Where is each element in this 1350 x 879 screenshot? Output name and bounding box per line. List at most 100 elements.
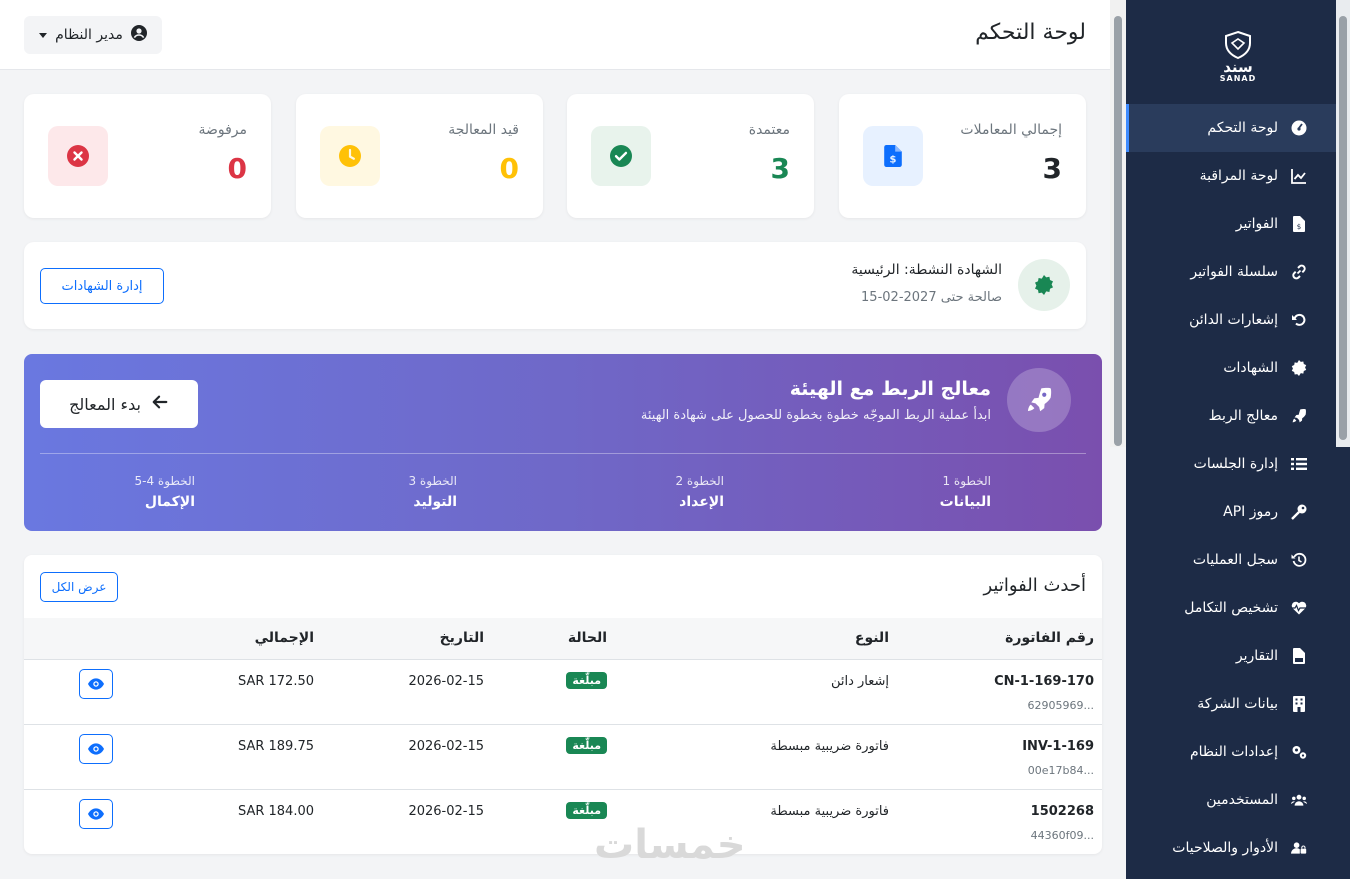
- manage-certificates-button[interactable]: إدارة الشهادات: [40, 268, 164, 304]
- sidebar-item-credit-notes[interactable]: إشعارات الدائن: [1126, 296, 1336, 344]
- watermark: خمسات: [594, 822, 746, 868]
- sidebar-item-invoice-chain[interactable]: سلسلة الفواتير: [1126, 248, 1336, 296]
- recent-invoices-title: أحدث الفواتير: [983, 575, 1086, 596]
- sidebar-item-label: التقارير: [1235, 648, 1278, 664]
- stat-card-rejected: مرفوضة 0: [24, 94, 271, 218]
- table-header-row: رقم الفاتورة النوع الحالة التاريخ الإجما…: [24, 618, 1102, 659]
- wizard-divider: [40, 453, 1086, 454]
- eye-icon: [88, 677, 104, 690]
- step-name: الإعداد: [679, 494, 724, 510]
- invoice-type: إشعار دائن: [830, 673, 889, 689]
- invoice-number-cell: INV-1-169 ...00e17b84: [899, 724, 1102, 789]
- stat-card-approved: معتمدة 3: [567, 94, 814, 218]
- stat-label: مرفوضة: [198, 122, 247, 138]
- column-header: رقم الفاتورة: [1005, 630, 1094, 647]
- wizard-step-2: الخطوة 2 الإعداد: [675, 474, 724, 510]
- sidebar-item-label: الأدوار والصلاحيات: [1172, 840, 1278, 856]
- invoice-number[interactable]: INV-1-169: [899, 739, 1094, 754]
- user-menu-dropdown[interactable]: مدير النظام: [24, 16, 162, 54]
- eye-icon: [88, 742, 104, 755]
- heartbeat-icon: [1290, 599, 1308, 617]
- sidebar-item-sessions[interactable]: إدارة الجلسات: [1126, 440, 1336, 488]
- recent-invoices-card: أحدث الفواتير عرض الكل رقم الفاتورة النو…: [24, 555, 1102, 854]
- sidebar-item-users[interactable]: المستخدمين: [1126, 776, 1336, 824]
- gears-icon: [1290, 743, 1308, 761]
- sidebar-item-roles-permissions[interactable]: الأدوار والصلاحيات: [1126, 824, 1336, 872]
- view-all-button[interactable]: عرض الكل: [40, 572, 118, 602]
- onboarding-wizard-banner: معالج الربط مع الهيئة ابدأ عملية الربط ا…: [24, 354, 1102, 531]
- main-scrollbar[interactable]: [1110, 0, 1126, 447]
- wizard-subtitle: ابدأ عملية الربط الموجّه خطوة بخطوة للحص…: [640, 408, 991, 423]
- brand-latin-name: SANAD: [1219, 73, 1257, 83]
- csv-file-icon: [1290, 647, 1308, 665]
- brand-logo[interactable]: سند SANAD: [1126, 0, 1350, 104]
- sidebar-item-reports[interactable]: التقارير: [1126, 632, 1336, 680]
- view-invoice-button[interactable]: [79, 798, 113, 829]
- sidebar-item-label: تشخيص التكامل: [1184, 600, 1278, 616]
- users-icon: [1290, 791, 1308, 809]
- status-badge: مبلّغة: [566, 801, 607, 819]
- sidebar-item-company-info[interactable]: بيانات الشركة: [1126, 680, 1336, 728]
- sidebar-item-api-tokens[interactable]: رموز API: [1126, 488, 1336, 536]
- arrow-left-icon: [151, 393, 169, 415]
- sidebar-item-invoices[interactable]: $ الفواتير: [1126, 200, 1336, 248]
- sidebar-item-label: رموز API: [1223, 504, 1278, 520]
- view-invoice-button[interactable]: [79, 668, 113, 699]
- invoice-number[interactable]: 1502268: [899, 804, 1094, 819]
- table-row: CN-1-169-170 ...62905969 إشعار دائن مبلّ…: [24, 659, 1102, 724]
- list-icon: [1290, 455, 1308, 473]
- invoice-date: 2026-02-15: [408, 673, 484, 689]
- invoice-actions: [24, 789, 194, 854]
- invoice-hash: ...44360f09: [1030, 828, 1094, 842]
- page-title: لوحة التحكم: [975, 20, 1086, 45]
- eye-icon: [88, 807, 104, 820]
- step-label: الخطوة 3: [408, 474, 457, 488]
- brand-name: سند: [1223, 57, 1253, 76]
- history-icon: [1290, 551, 1308, 569]
- caret-down-icon: [39, 32, 48, 38]
- sidebar-item-dashboard[interactable]: لوحة التحكم: [1126, 104, 1336, 152]
- step-name: الإكمال: [144, 494, 195, 510]
- svg-text:$: $: [1297, 223, 1301, 231]
- sidebar-scrollbar[interactable]: [1336, 0, 1350, 447]
- sidebar-item-label: سجل العمليات: [1192, 552, 1278, 568]
- rocket-icon: [1007, 368, 1071, 432]
- sidebar-item-integration-diagnostics[interactable]: تشخيص التكامل: [1126, 584, 1336, 632]
- sidebar-item-monitoring[interactable]: لوحة المراقبة: [1126, 152, 1336, 200]
- stat-label: قيد المعالجة: [448, 122, 519, 138]
- status-badge: مبلّغة: [566, 736, 607, 754]
- sidebar-item-label: الفواتير: [1235, 216, 1278, 232]
- step-label: الخطوة 2: [675, 474, 724, 488]
- view-invoice-button[interactable]: [79, 733, 113, 764]
- column-header: التاريخ: [439, 630, 484, 647]
- active-certificate-card: الشهادة النشطة: الرئيسية صالحة حتى 2027-…: [24, 242, 1086, 329]
- invoice-number-cell: CN-1-169-170 ...62905969: [899, 659, 1102, 724]
- invoice-total: SAR 184.00: [237, 803, 314, 819]
- wizard-title: معالج الربط مع الهيئة: [789, 378, 991, 400]
- certificate-icon: [1018, 259, 1070, 311]
- sidebar-item-system-settings[interactable]: إعدادات النظام: [1126, 728, 1336, 776]
- sidebar-item-label: لوحة التحكم: [1207, 120, 1278, 136]
- clock-icon: [320, 126, 380, 186]
- top-bar: لوحة التحكم مدير النظام: [0, 0, 1110, 70]
- shield-logo-icon: [1225, 30, 1251, 59]
- sidebar-item-label: إعدادات النظام: [1189, 744, 1278, 760]
- sidebar-item-audit-log[interactable]: سجل العمليات: [1126, 536, 1336, 584]
- main-scrollbar-thumb[interactable]: [1114, 16, 1122, 446]
- column-header: الإجمالي: [194, 618, 334, 659]
- gauge-icon: [1290, 119, 1308, 137]
- start-wizard-label: بدء المعالج: [69, 394, 141, 414]
- stat-card-processing: قيد المعالجة 0: [296, 94, 543, 218]
- sidebar-item-integration-wizard[interactable]: معالج الربط: [1126, 392, 1336, 440]
- column-header-label: الإجمالي: [254, 630, 314, 647]
- certificate-icon: [1290, 359, 1308, 377]
- user-menu-label: مدير النظام: [55, 27, 123, 43]
- invoice-status-cell: مبلّغة: [504, 659, 627, 724]
- step-name: البيانات: [939, 494, 991, 510]
- start-wizard-button[interactable]: بدء المعالج: [40, 380, 198, 428]
- sidebar-item-label: إشعارات الدائن: [1189, 312, 1278, 328]
- sidebar-item-label: بيانات الشركة: [1197, 696, 1278, 712]
- sidebar-item-certificates[interactable]: الشهادات: [1126, 344, 1336, 392]
- invoice-number[interactable]: CN-1-169-170: [899, 674, 1094, 689]
- sidebar-scrollbar-thumb[interactable]: [1339, 16, 1347, 440]
